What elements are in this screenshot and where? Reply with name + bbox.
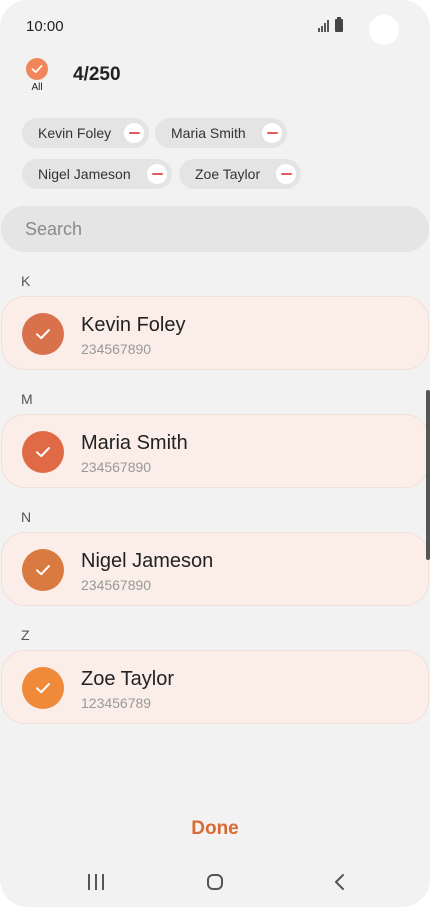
contact-row-kevin-foley[interactable]: Kevin Foley 234567890 [1,296,429,370]
contact-phone: 234567890 [81,459,152,475]
signal-icon [318,20,330,32]
contact-row-zoe-taylor[interactable]: Zoe Taylor 123456789 [1,650,429,724]
contact-phone: 234567890 [81,577,152,593]
checkmark-icon [36,329,50,340]
remove-icon[interactable] [262,123,282,143]
contact-name: Nigel Jameson [81,550,214,572]
chip-label: Nigel Jameson [38,166,131,182]
contact-name: Kevin Foley [81,314,186,336]
phone-screen: 10:00 All 4/250 Kevin Foley Maria Smith … [0,0,430,907]
status-bar: 10:00 [0,0,430,52]
selection-header: All 4/250 [0,56,430,98]
chip-maria-smith[interactable]: Maria Smith [155,118,287,148]
chip-zoe-taylor[interactable]: Zoe Taylor [179,159,301,189]
checkmark-icon [31,64,43,74]
contact-row-maria-smith[interactable]: Maria Smith 234567890 [1,414,429,488]
contact-name: Maria Smith [81,432,188,454]
home-icon[interactable] [207,874,223,890]
checkmark-icon [36,683,50,694]
contact-checkbox[interactable] [22,667,64,709]
contact-checkbox[interactable] [22,549,64,591]
camera-cutout [369,15,399,45]
checkmark-icon [36,565,50,576]
chip-nigel-jameson[interactable]: Nigel Jameson [22,159,172,189]
status-time: 10:00 [26,18,64,35]
section-header-n: N [21,509,32,525]
battery-icon [335,17,343,32]
recent-apps-icon[interactable] [88,874,104,890]
back-icon[interactable] [331,872,349,892]
section-header-z: Z [21,627,30,643]
contact-checkbox[interactable] [22,313,64,355]
chip-kevin-foley[interactable]: Kevin Foley [22,118,149,148]
contact-name: Zoe Taylor [81,668,175,690]
scrollbar[interactable] [426,390,430,560]
search-placeholder: Search [25,218,83,239]
section-header-m: M [21,391,33,407]
navigation-bar [0,855,430,907]
contact-checkbox[interactable] [22,431,64,473]
select-all-label: All [31,82,43,93]
select-all-checkbox[interactable] [26,58,48,80]
checkmark-icon [36,447,50,458]
search-input[interactable]: Search [1,206,429,252]
remove-icon[interactable] [276,164,296,184]
selected-count: 4/250 [73,64,121,85]
chip-label: Zoe Taylor [195,166,261,182]
contact-row-nigel-jameson[interactable]: Nigel Jameson 234567890 [1,532,429,606]
contact-phone: 234567890 [81,341,152,357]
section-header-k: K [21,273,31,289]
remove-icon[interactable] [124,123,144,143]
contact-phone: 123456789 [81,695,152,711]
chip-label: Maria Smith [171,125,246,141]
done-button[interactable]: Done [0,818,430,840]
chip-label: Kevin Foley [38,125,112,141]
remove-icon[interactable] [147,164,167,184]
